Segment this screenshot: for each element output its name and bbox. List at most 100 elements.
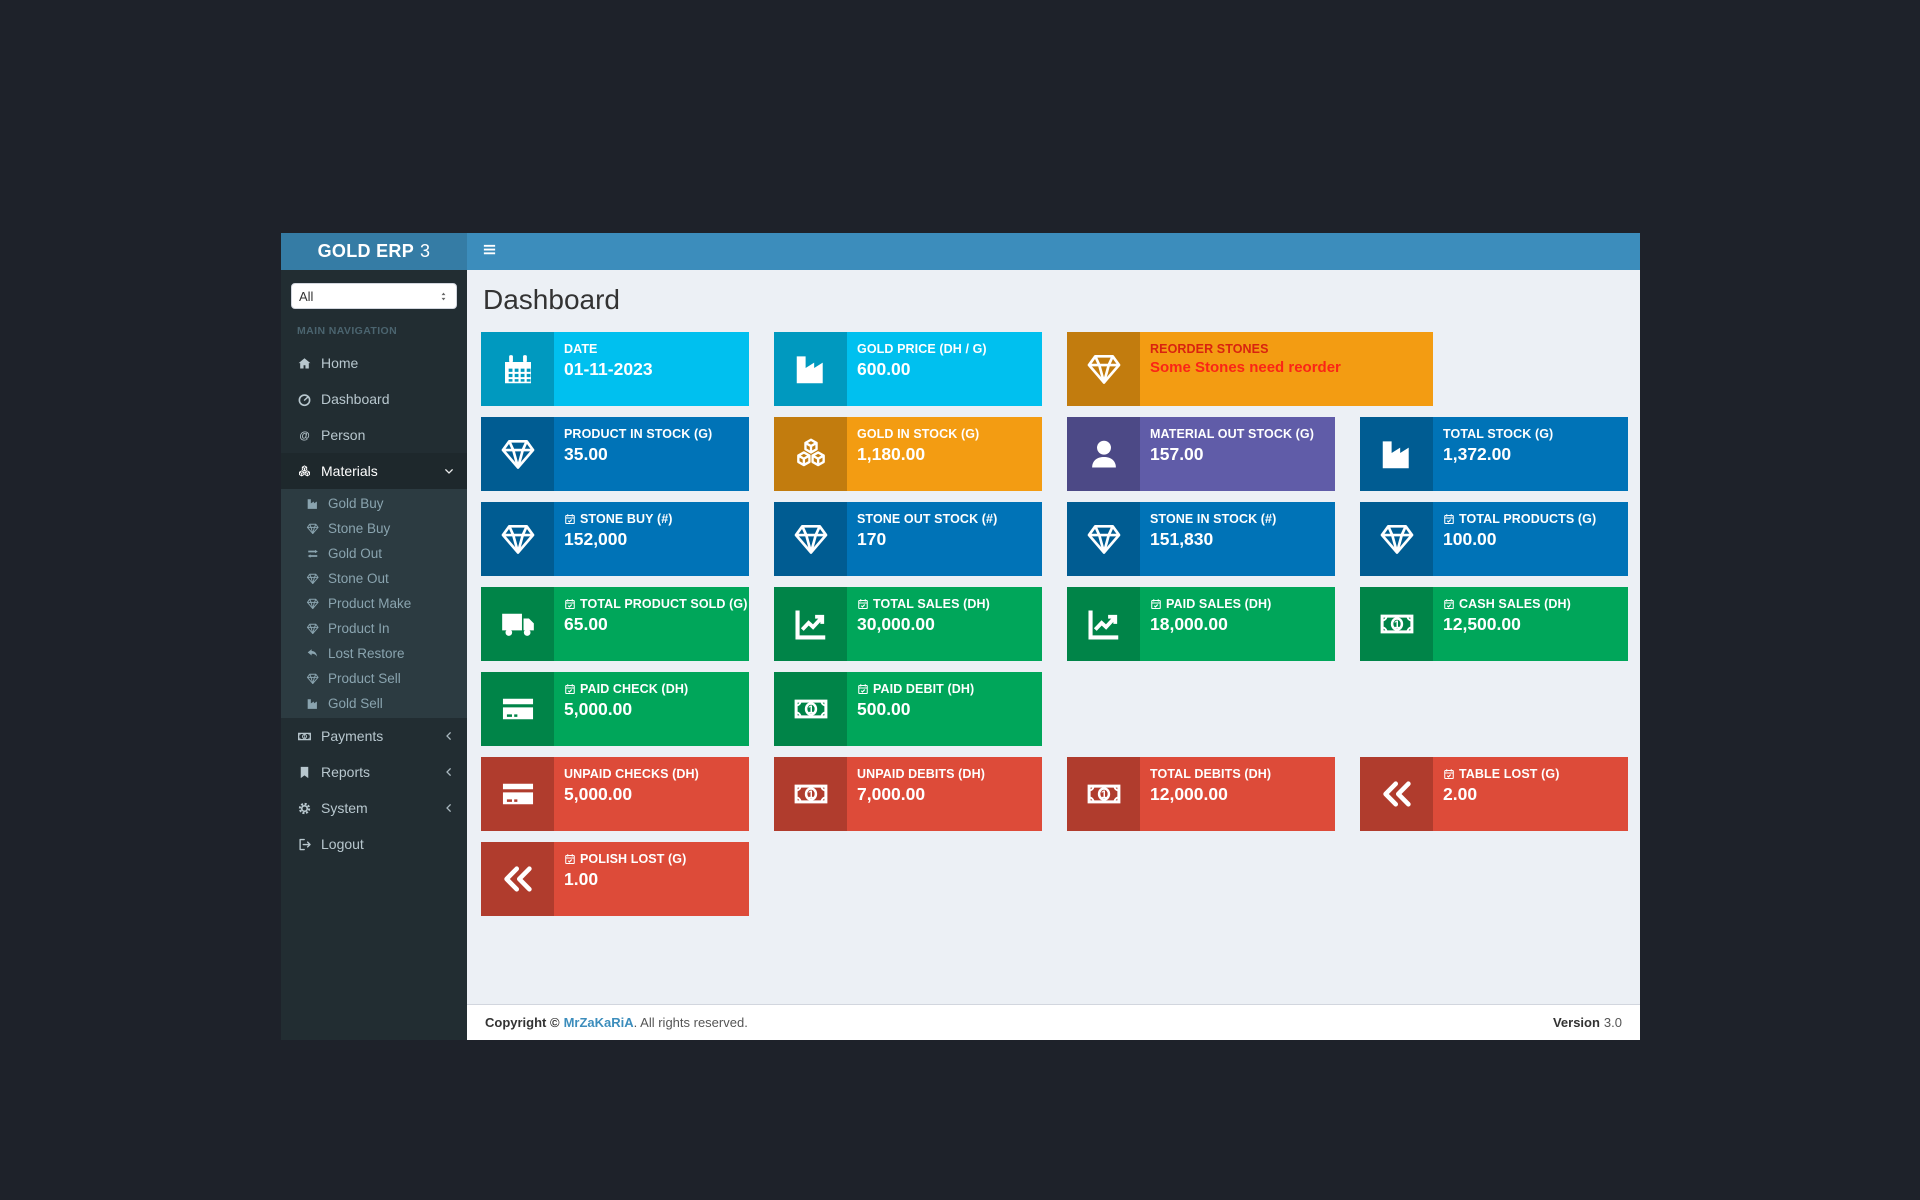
info-box-value: 100.00	[1443, 529, 1596, 550]
sidebar-subitem-gold-buy[interactable]: Gold Buy	[281, 491, 467, 516]
info-box-value: 600.00	[857, 359, 987, 380]
info-box-row: STONE BUY (#)152,000STONE OUT STOCK (#)1…	[481, 502, 1626, 576]
menu-item-label: Product Sell	[328, 671, 401, 686]
info-box-value: 7,000.00	[857, 784, 985, 805]
sidebar-item-logout[interactable]: Logout	[281, 826, 467, 862]
info-box-value: 2.00	[1443, 784, 1559, 805]
chevron-down-icon	[443, 465, 455, 477]
menu-item-label: Dashboard	[321, 391, 390, 407]
info-box-unpaid-checks-dh: UNPAID CHECKS (DH) 5,000.00	[481, 757, 749, 831]
copyright-text: Copyright ©MrZaKaRiA. All rights reserve…	[485, 1015, 748, 1030]
info-box-total-sales-dh: TOTAL SALES (DH)30,000.00	[774, 587, 1042, 661]
info-box-value: 151,830	[1150, 529, 1276, 550]
select-arrows-icon	[438, 291, 449, 302]
calendar-check-icon	[1443, 513, 1455, 525]
sidebar-subitem-lost-restore[interactable]: Lost Restore	[281, 641, 467, 666]
sidebar-item-materials[interactable]: Materials	[281, 453, 467, 489]
app-logo[interactable]: GOLD ERP 3	[281, 233, 467, 270]
version-label: Version	[1553, 1015, 1600, 1030]
version-text: Version3.0	[1553, 1015, 1622, 1030]
info-box-gold-price-dh-g: GOLD PRICE (DH / G)600.00	[774, 332, 1042, 406]
sidebar-item-dashboard[interactable]: Dashboard	[281, 381, 467, 417]
info-box-unpaid-debits-dh: 1 UNPAID DEBITS (DH) 7,000.00	[774, 757, 1042, 831]
angles-left-icon	[1360, 757, 1433, 831]
info-box-label: POLISH LOST (G)	[564, 852, 686, 866]
chevron-left-icon	[443, 766, 455, 778]
calendar-check-icon	[1443, 598, 1455, 610]
info-box-reorder-stones: REORDER STONESSome Stones need reorder	[1067, 332, 1433, 406]
sidebar-subitem-product-sell[interactable]: Product Sell	[281, 666, 467, 691]
info-box-paid-check-dh: PAID CHECK (DH)5,000.00	[481, 672, 749, 746]
info-box-label: STONE BUY (#)	[564, 512, 673, 526]
industry-icon	[774, 332, 847, 406]
info-box-value: 1.00	[564, 869, 686, 890]
menu-item-label: System	[321, 800, 368, 816]
page-title: Dashboard	[483, 284, 1626, 316]
menu-item-label: Reports	[321, 764, 370, 780]
footer: Copyright ©MrZaKaRiA. All rights reserve…	[467, 1004, 1640, 1040]
exchange-icon	[306, 547, 328, 561]
sidebar-item-payments[interactable]: 1Payments	[281, 718, 467, 754]
gem-icon	[774, 502, 847, 576]
info-box-label: TABLE LOST (G)	[1443, 767, 1559, 781]
info-box-polish-lost-g: POLISH LOST (G) 1.00	[481, 842, 749, 916]
info-box-label: UNPAID DEBITS (DH)	[857, 767, 985, 781]
menu-item-label: Product Make	[328, 596, 411, 611]
info-box-label: GOLD IN STOCK (G)	[857, 427, 979, 441]
materials-submenu: Gold Buy Stone Buy Gold Out Stone Out Produc…	[281, 489, 467, 718]
info-box-stone-in-stock: STONE IN STOCK (#)151,830	[1067, 502, 1335, 576]
info-box-cash-sales-dh: 1CASH SALES (DH)12,500.00	[1360, 587, 1628, 661]
menu-item-label: Product In	[328, 621, 390, 636]
sidebar-subitem-gold-sell[interactable]: Gold Sell	[281, 691, 467, 716]
menu-item-label: Stone Buy	[328, 521, 390, 536]
sidebar-item-person[interactable]: @Person	[281, 417, 467, 453]
info-box-total-products-g: TOTAL PRODUCTS (G)100.00	[1360, 502, 1628, 576]
sign-out-icon	[297, 837, 321, 852]
info-box-table-lost-g: TABLE LOST (G) 2.00	[1360, 757, 1628, 831]
money-icon: 1	[774, 757, 847, 831]
filter-select[interactable]: All	[291, 283, 457, 309]
bookmark-icon	[297, 765, 321, 780]
sidebar-subitem-stone-buy[interactable]: Stone Buy	[281, 516, 467, 541]
info-box-value: 65.00	[564, 614, 739, 635]
info-box-row: PRODUCT IN STOCK (G)35.00GOLD IN STOCK (…	[481, 417, 1626, 491]
sidebar-item-home[interactable]: Home	[281, 345, 467, 381]
gem-icon	[1360, 502, 1433, 576]
info-box-grid: DATE01-11-2023GOLD PRICE (DH / G)600.00R…	[481, 332, 1626, 916]
menu-item-label: Gold Buy	[328, 496, 384, 511]
gem-icon	[1067, 332, 1140, 406]
info-box-value: 5,000.00	[564, 699, 688, 720]
sidebar-item-system[interactable]: System	[281, 790, 467, 826]
industry-icon	[306, 697, 328, 711]
info-box-value: 5,000.00	[564, 784, 699, 805]
money-icon: 1	[774, 672, 847, 746]
menu-item-label: Materials	[321, 463, 378, 479]
gem-icon	[306, 522, 328, 536]
navbar	[467, 233, 1640, 270]
info-box-value: Some Stones need reorder	[1150, 359, 1341, 376]
info-box-value: 12,500.00	[1443, 614, 1571, 635]
info-box-paid-sales-dh: PAID SALES (DH)18,000.00	[1067, 587, 1335, 661]
menu-item-label: Logout	[321, 836, 364, 852]
home-icon	[297, 356, 321, 371]
filter-select-value: All	[299, 289, 313, 304]
sidebar-subitem-product-make[interactable]: Product Make	[281, 591, 467, 616]
sidebar-subitem-stone-out[interactable]: Stone Out	[281, 566, 467, 591]
menu-item-label: Stone Out	[328, 571, 389, 586]
sidebar-toggle-button[interactable]	[482, 242, 497, 262]
sidebar-subitem-gold-out[interactable]: Gold Out	[281, 541, 467, 566]
gauge-icon	[297, 392, 321, 407]
calendar-check-icon	[564, 853, 576, 865]
info-box-value: 30,000.00	[857, 614, 990, 635]
gem-icon	[1067, 502, 1140, 576]
logo-text-bold: GOLD ERP	[318, 241, 414, 262]
menu-item-label: Lost Restore	[328, 646, 405, 661]
copyright-prefix: Copyright ©	[485, 1015, 560, 1030]
brand-link[interactable]: MrZaKaRiA	[564, 1015, 634, 1030]
sidebar-subitem-product-in[interactable]: Product In	[281, 616, 467, 641]
info-box-label: UNPAID CHECKS (DH)	[564, 767, 699, 781]
info-box-label: CASH SALES (DH)	[1443, 597, 1571, 611]
calendar-check-icon	[857, 598, 869, 610]
info-box-label: STONE OUT STOCK (#)	[857, 512, 997, 526]
sidebar-item-reports[interactable]: Reports	[281, 754, 467, 790]
